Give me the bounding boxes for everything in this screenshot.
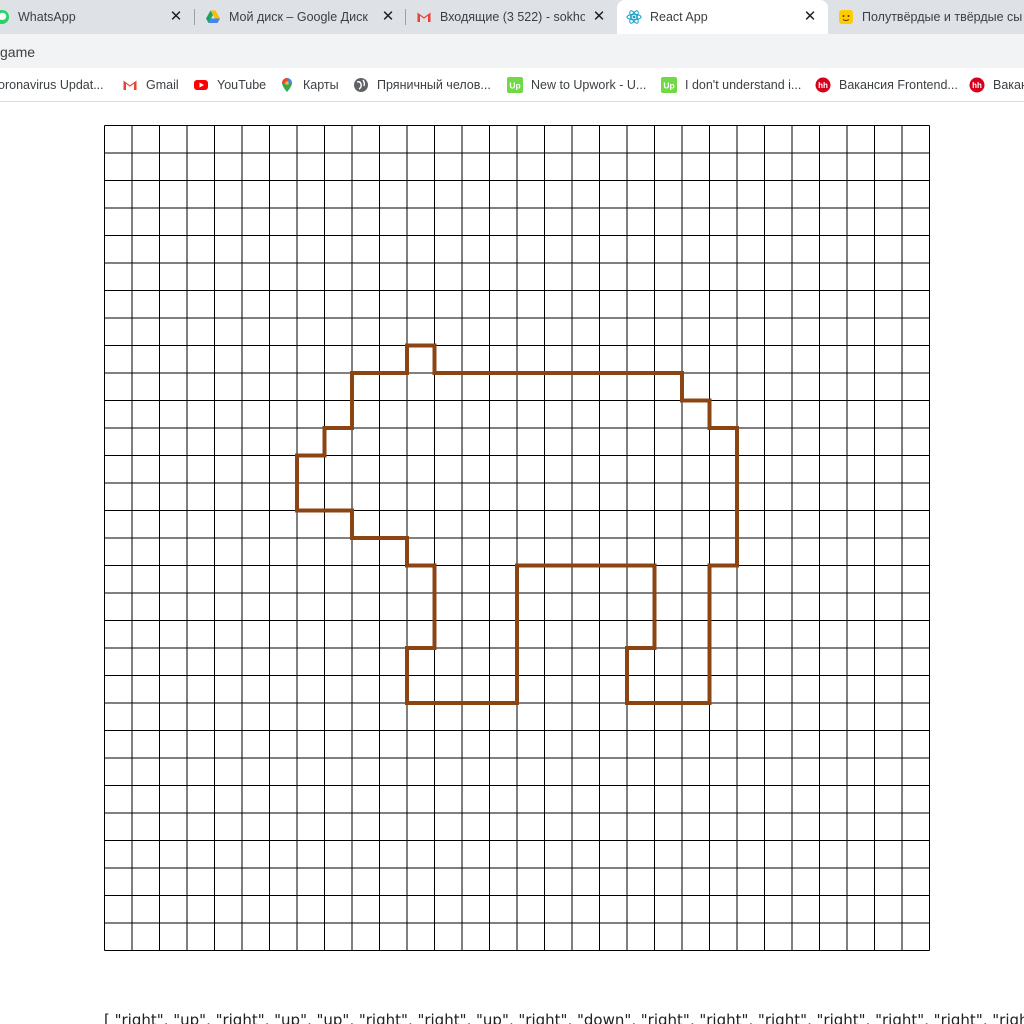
emoji-face-icon bbox=[839, 10, 853, 24]
bookmark-label: Пряничный челов... bbox=[377, 77, 491, 92]
bookmark-hh-2[interactable]: hh Вакан bbox=[969, 68, 1024, 101]
whatsapp-icon bbox=[0, 10, 9, 24]
bookmark-hh-1[interactable]: hh Вакансия Frontend... bbox=[815, 68, 958, 101]
bookmark-upwork-1[interactable]: Up New to Upwork - U... bbox=[507, 68, 646, 101]
tab-title: Полутвёрдые и твёрдые сы bbox=[862, 10, 1023, 24]
tab-title: React App bbox=[650, 10, 708, 24]
gmail-icon bbox=[417, 12, 431, 22]
bookmark-coronavirus[interactable]: oronavirus Updat... bbox=[0, 68, 104, 101]
upwork-icon: Up bbox=[507, 76, 523, 93]
bookmark-youtube[interactable]: YouTube bbox=[193, 68, 266, 101]
bookmark-label: YouTube bbox=[217, 77, 267, 92]
tab-separator bbox=[194, 9, 195, 25]
bookmarks-bar: oronavirus Updat... Gmail YouTube Карты … bbox=[0, 68, 1024, 102]
upwork-icon: Up bbox=[661, 76, 677, 93]
tab-title: WhatsApp bbox=[18, 10, 76, 24]
maps-pin-icon bbox=[282, 77, 292, 92]
grid-lines bbox=[104, 125, 930, 951]
bookmark-label: Вакан bbox=[993, 77, 1024, 92]
google-drive-icon bbox=[206, 10, 220, 23]
game-grid[interactable] bbox=[0, 102, 1024, 962]
close-tab-icon[interactable]: ✕ bbox=[168, 9, 184, 25]
tab-cheese[interactable]: Полутвёрдые и твёрдые сы bbox=[830, 0, 1024, 34]
svg-text:Up: Up bbox=[509, 80, 520, 90]
react-icon bbox=[626, 10, 642, 24]
tab-google-drive[interactable]: Мой диск – Google Диск ✕ bbox=[196, 0, 406, 34]
bookmark-label: I don't understand i... bbox=[685, 77, 802, 92]
bookmark-label: Вакансия Frontend... bbox=[839, 77, 958, 92]
bookmark-gmail[interactable]: Gmail bbox=[122, 68, 179, 101]
close-tab-icon[interactable]: ✕ bbox=[802, 9, 818, 25]
svg-text:hh: hh bbox=[972, 81, 982, 90]
tab-whatsapp[interactable]: WhatsApp ✕ bbox=[0, 0, 194, 34]
moves-output: [ "right", "up", "right", "up", "up", "r… bbox=[104, 1011, 1024, 1024]
hh-icon: hh bbox=[815, 77, 831, 92]
svg-text:hh: hh bbox=[818, 81, 828, 90]
url-text[interactable]: game bbox=[0, 34, 35, 68]
bookmark-label: New to Upwork - U... bbox=[531, 77, 647, 92]
bookmark-maps[interactable]: Карты bbox=[279, 68, 339, 101]
close-tab-icon[interactable]: ✕ bbox=[591, 9, 607, 25]
address-bar: game bbox=[0, 34, 1024, 68]
hh-icon: hh bbox=[969, 77, 985, 92]
globe-icon bbox=[354, 77, 368, 92]
bookmark-label: oronavirus Updat... bbox=[0, 77, 104, 92]
bookmark-upwork-2[interactable]: Up I don't understand i... bbox=[661, 68, 801, 101]
tab-react-app[interactable]: React App ✕ bbox=[617, 0, 828, 34]
bookmark-label: Карты bbox=[303, 77, 339, 92]
tab-title: Мой диск – Google Диск bbox=[229, 10, 368, 24]
youtube-icon bbox=[194, 79, 208, 90]
tab-strip: WhatsApp ✕ Мой диск – Google Диск ✕ Вход… bbox=[0, 0, 1024, 34]
tab-title: Входящие (3 522) - sokhotn bbox=[440, 10, 585, 24]
tab-gmail[interactable]: Входящие (3 522) - sokhotn ✕ bbox=[407, 0, 617, 34]
close-tab-icon[interactable]: ✕ bbox=[380, 9, 396, 25]
bookmark-gingerbread[interactable]: Пряничный челов... bbox=[353, 68, 491, 101]
bookmark-label: Gmail bbox=[146, 77, 179, 92]
svg-text:Up: Up bbox=[663, 80, 674, 90]
tab-separator bbox=[405, 9, 406, 25]
gmail-icon bbox=[123, 80, 137, 90]
